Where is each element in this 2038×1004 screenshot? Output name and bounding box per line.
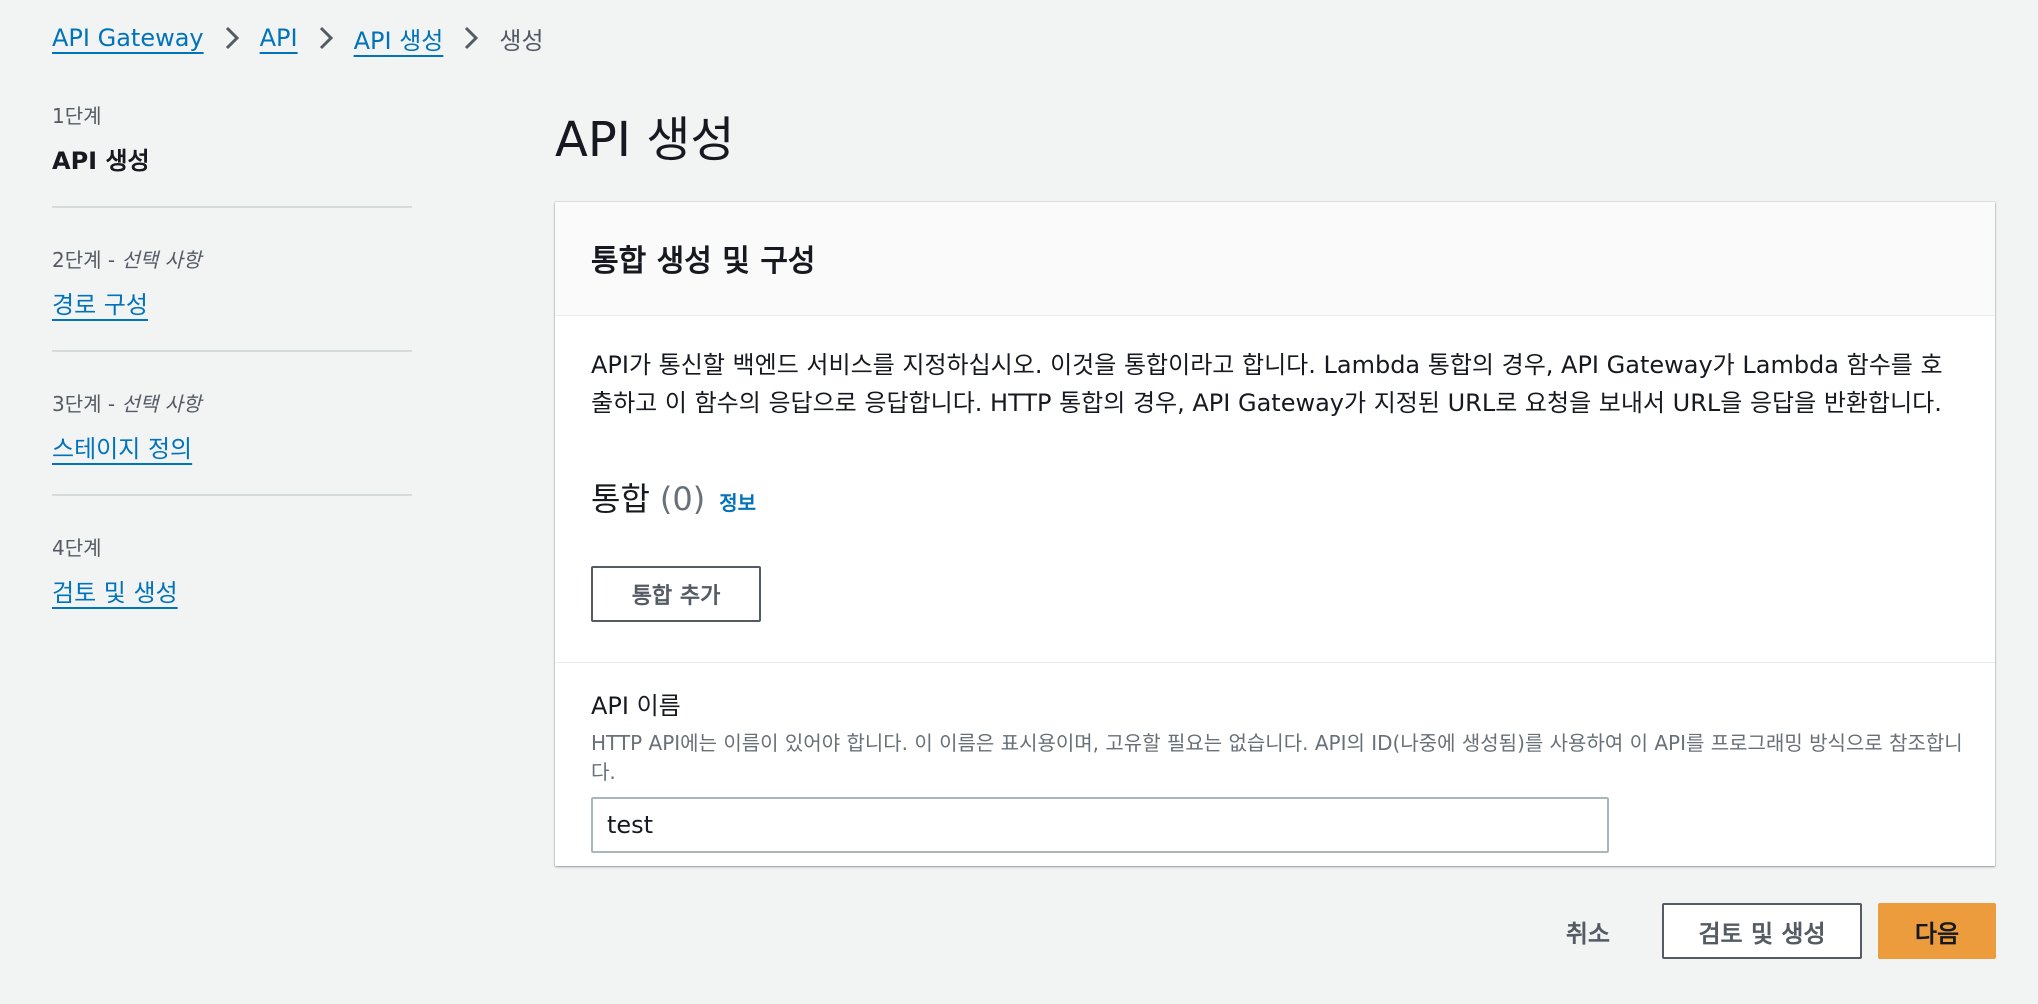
cancel-button[interactable]: 취소 [1540,903,1636,959]
step-1-label: 1단계 [52,104,102,128]
breadcrumb: API Gateway API API 생성 생성 [52,20,544,56]
api-name-section: API 이름 HTTP API에는 이름이 있어야 합니다. 이 이름은 표시용… [591,686,1963,853]
api-name-label: API 이름 [591,692,681,720]
step-4: 4단계 검토 및 생성 [52,532,412,638]
chevron-right-icon [455,26,487,50]
api-name-description: HTTP API에는 이름이 있어야 합니다. 이 이름은 표시용이며, 고유할… [591,731,1963,784]
info-link[interactable]: 정보 [719,487,756,516]
integrations-heading: 통합 (0) 정보 [591,474,1959,520]
add-integration-button[interactable]: 통합 추가 [591,566,761,622]
next-button[interactable]: 다음 [1878,903,1996,959]
step-2-link[interactable]: 경로 구성 [52,291,148,319]
breadcrumb-create-api[interactable]: API 생성 [354,21,444,56]
breadcrumb-api-gateway[interactable]: API Gateway [52,24,204,52]
section-divider [555,662,1995,663]
panel-body: API가 통신할 백엔드 서비스를 지정하십시오. 이것을 통합이라고 합니다.… [555,316,1995,622]
step-3-link[interactable]: 스테이지 정의 [52,435,192,463]
breadcrumb-api[interactable]: API [260,24,298,52]
integration-panel: 통합 생성 및 구성 API가 통신할 백엔드 서비스를 지정하십시오. 이것을… [555,202,1995,866]
step-2: 2단계 - 선택 사항 경로 구성 [52,244,412,352]
step-4-link[interactable]: 검토 및 생성 [52,579,178,607]
wizard-actions: 취소 검토 및 생성 다음 [1540,903,1996,959]
review-create-button[interactable]: 검토 및 생성 [1662,903,1862,959]
step-4-label: 4단계 [52,536,102,560]
step-1: 1단계 API 생성 [52,100,412,208]
step-2-optional: 선택 사항 [121,248,202,272]
chevron-right-icon [216,26,248,50]
step-2-label: 2단계 - 선택 사항 [52,248,202,272]
breadcrumb-current: 생성 [499,26,544,55]
integrations-title: 통합 [591,480,650,518]
wizard-steps: 1단계 API 생성 2단계 - 선택 사항 경로 구성 3단계 - 선택 사항… [52,100,412,674]
step-3-optional: 선택 사항 [121,392,202,416]
page-title: API 생성 [555,112,735,168]
step-3: 3단계 - 선택 사항 스테이지 정의 [52,388,412,496]
step-3-label: 3단계 - 선택 사항 [52,392,202,416]
step-1-title: API 생성 [52,147,150,175]
panel-title: 통합 생성 및 구성 [591,244,816,279]
panel-description: API가 통신할 백엔드 서비스를 지정하십시오. 이것을 통합이라고 합니다.… [591,351,1943,417]
panel-header: 통합 생성 및 구성 [555,202,1995,316]
integrations-count: (0) [659,480,706,518]
chevron-right-icon [310,26,342,50]
api-name-input[interactable] [591,797,1609,853]
